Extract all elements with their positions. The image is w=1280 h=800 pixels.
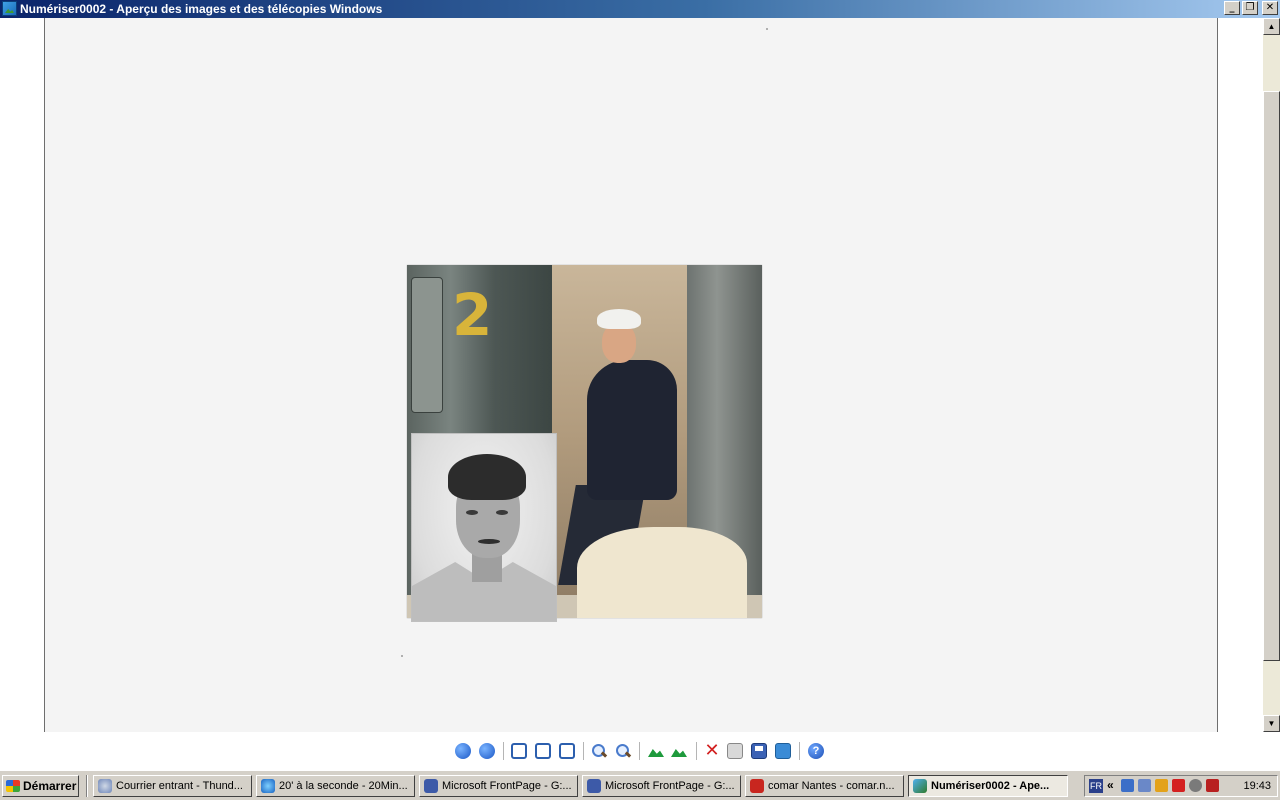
task-label: Microsoft FrontPage - G:...: [605, 780, 735, 792]
network-icon[interactable]: [1121, 779, 1134, 792]
sailor-head: [602, 323, 636, 363]
slideshow-button[interactable]: [559, 743, 575, 759]
taskbar-item-thunderbird[interactable]: Courrier entrant - Thund...: [93, 775, 252, 797]
scroll-up-button[interactable]: ▲: [1263, 18, 1280, 35]
start-button[interactable]: Démarrer: [2, 775, 79, 797]
task-label: Courrier entrant - Thund...: [116, 780, 243, 792]
clock[interactable]: 19:43: [1243, 780, 1271, 792]
window-controls: _ ❐ ✕: [1224, 1, 1278, 15]
toolbar-separator: [799, 742, 800, 760]
image-viewport[interactable]: 2: [0, 18, 1263, 732]
frontpage-icon: [424, 779, 438, 793]
window-title: Numériser0002 - Aperçu des images et des…: [20, 2, 383, 16]
taskbar-item-image-viewer[interactable]: Numériser0002 - Ape...: [908, 775, 1068, 797]
best-fit-button[interactable]: [511, 743, 527, 759]
toolbar-separator: [696, 742, 697, 760]
train-car-number: 2: [452, 281, 493, 349]
actual-size-button[interactable]: [535, 743, 551, 759]
filezilla-icon: [750, 779, 764, 793]
sailor-cap: [597, 309, 641, 329]
restore-button[interactable]: ❐: [1242, 1, 1258, 15]
scanned-page: 2: [44, 18, 1218, 732]
title-bar[interactable]: Numériser0002 - Aperçu des images et des…: [0, 0, 1280, 18]
image-viewer-icon: [913, 779, 927, 793]
frontpage-icon: [587, 779, 601, 793]
portrait-eye: [466, 510, 478, 515]
save-button[interactable]: [751, 743, 767, 759]
taskbar-item-browser[interactable]: 20' à la seconde - 20Min...: [256, 775, 415, 797]
help-button[interactable]: ?: [808, 743, 824, 759]
sailor-body: [587, 360, 677, 500]
portrait-mustache: [478, 539, 500, 544]
scan-speck: [766, 28, 768, 30]
taskbar-item-filezilla[interactable]: comar Nantes - comar.n...: [745, 775, 904, 797]
close-button[interactable]: ✕: [1262, 1, 1278, 15]
next-image-button[interactable]: [479, 743, 495, 759]
toolbar-separator: [639, 742, 640, 760]
portrait-photo: [411, 433, 557, 622]
task-label: comar Nantes - comar.n...: [768, 780, 895, 792]
taskbar-item-frontpage-1[interactable]: Microsoft FrontPage - G:...: [419, 775, 578, 797]
thunderbird-icon: [98, 779, 112, 793]
zoom-out-button[interactable]: [615, 743, 631, 759]
image-viewer-icon: [2, 1, 17, 16]
zoom-in-button[interactable]: [591, 743, 607, 759]
duffel-bag: [577, 527, 747, 618]
windows-logo-icon: [6, 780, 20, 792]
scroll-down-button[interactable]: ▼: [1263, 715, 1280, 732]
portrait-hair: [448, 454, 526, 500]
internet-explorer-icon: [261, 779, 275, 793]
power-icon[interactable]: [1155, 779, 1168, 792]
vertical-scrollbar[interactable]: ▲ ▼: [1263, 18, 1280, 732]
volume-muted-icon[interactable]: [1206, 779, 1219, 792]
start-label: Démarrer: [23, 779, 77, 793]
minimize-button[interactable]: _: [1224, 1, 1240, 15]
print-button[interactable]: [727, 743, 743, 759]
scan-speck: [401, 655, 403, 657]
previous-image-button[interactable]: [455, 743, 471, 759]
taskbar-item-frontpage-2[interactable]: Microsoft FrontPage - G:...: [582, 775, 741, 797]
edit-button[interactable]: [775, 743, 791, 759]
scroll-thumb[interactable]: [1263, 91, 1280, 661]
delete-button[interactable]: ✕: [704, 742, 720, 760]
antivirus-icon[interactable]: [1172, 779, 1185, 792]
wifi-icon[interactable]: [1138, 779, 1151, 792]
viewer-toolbar: ✕ ?: [0, 732, 1280, 770]
update-icon[interactable]: [1189, 779, 1202, 792]
train-window: [411, 277, 443, 413]
task-label: Numériser0002 - Ape...: [931, 780, 1050, 792]
taskbar: Démarrer Courrier entrant - Thund... 20'…: [0, 770, 1280, 800]
task-label: 20' à la seconde - 20Min...: [279, 780, 408, 792]
language-indicator[interactable]: FR: [1089, 779, 1103, 793]
task-label: Microsoft FrontPage - G:...: [442, 780, 572, 792]
portrait-eye: [496, 510, 508, 515]
rotate-counterclockwise-button[interactable]: [671, 743, 687, 759]
rotate-clockwise-button[interactable]: [648, 743, 664, 759]
system-tray: FR « 19:43: [1084, 775, 1278, 797]
toolbar-separator: [503, 742, 504, 760]
show-hidden-icons-button[interactable]: «: [1107, 778, 1114, 792]
toolbar-separator: [583, 742, 584, 760]
taskbar-separator: [86, 775, 88, 797]
